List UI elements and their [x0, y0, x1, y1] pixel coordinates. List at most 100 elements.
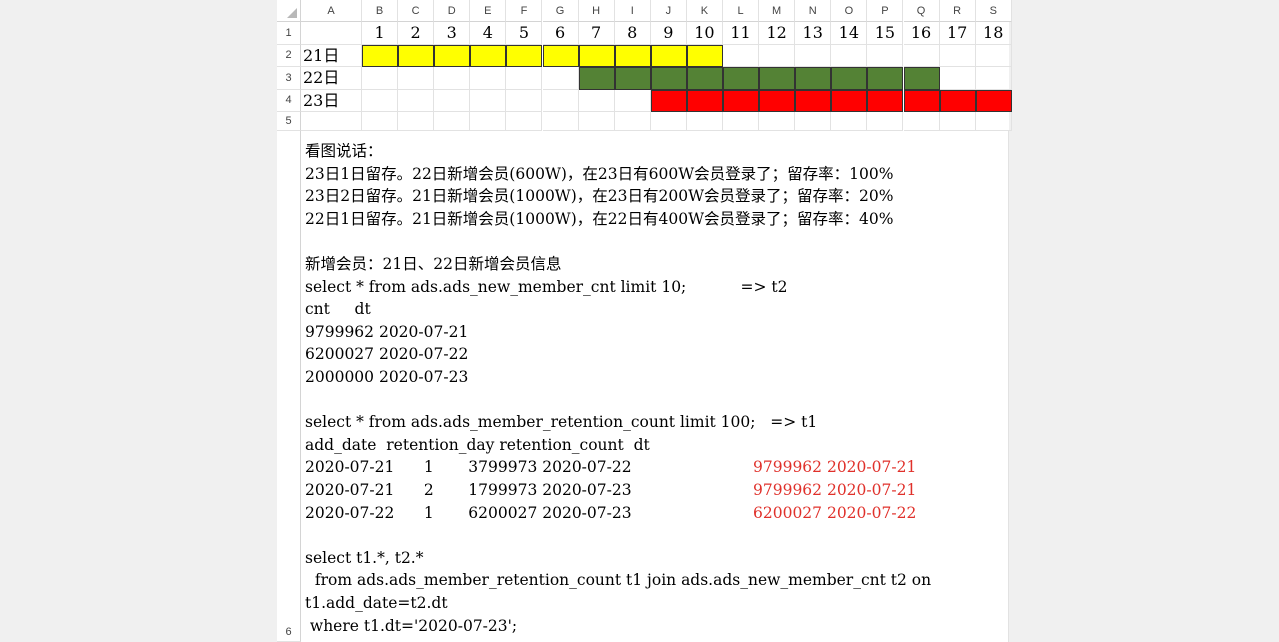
bar-cell-21日[interactable]: [686, 45, 723, 67]
cell-d3[interactable]: [434, 67, 471, 90]
row-header-3[interactable]: 3: [277, 67, 301, 90]
column-header-f[interactable]: F: [506, 0, 543, 22]
column-header-n[interactable]: N: [795, 0, 832, 22]
bar-cell-22日[interactable]: [867, 67, 904, 90]
column-header-b[interactable]: B: [362, 0, 399, 22]
cell-i5[interactable]: [614, 112, 651, 131]
date-label-cell[interactable]: 22日: [301, 67, 362, 90]
cell-r2[interactable]: [939, 45, 976, 67]
cell-m2[interactable]: [759, 45, 796, 67]
column-header-k[interactable]: K: [686, 0, 723, 22]
cell-k5[interactable]: [686, 112, 723, 131]
bar-cell-21日[interactable]: [614, 45, 651, 67]
cell-g4[interactable]: [542, 90, 579, 112]
bar-cell-23日[interactable]: [867, 90, 904, 112]
cell-p2[interactable]: [867, 45, 904, 67]
row-header-4[interactable]: 4: [277, 90, 301, 112]
column-header-m[interactable]: M: [759, 0, 796, 22]
select-all-corner[interactable]: [277, 0, 301, 22]
row-header-1[interactable]: 1: [277, 22, 301, 45]
cell-c5[interactable]: [398, 112, 435, 131]
column-header-h[interactable]: H: [578, 0, 615, 22]
cell-q2[interactable]: [903, 45, 940, 67]
bar-cell-21日[interactable]: [542, 45, 579, 67]
cell-g5[interactable]: [542, 112, 579, 131]
cell-h4[interactable]: [578, 90, 615, 112]
day-number-cell[interactable]: 7: [578, 22, 615, 45]
cell-c4[interactable]: [398, 90, 435, 112]
column-header-a[interactable]: A: [301, 0, 362, 22]
day-number-cell[interactable]: 18: [975, 22, 1012, 45]
bar-cell-23日[interactable]: [723, 90, 760, 112]
cell-i4[interactable]: [614, 90, 651, 112]
bar-cell-21日[interactable]: [470, 45, 507, 67]
column-header-o[interactable]: O: [831, 0, 868, 22]
day-number-cell[interactable]: 16: [903, 22, 940, 45]
column-header-i[interactable]: I: [614, 0, 651, 22]
bar-cell-22日[interactable]: [831, 67, 868, 90]
bar-cell-21日[interactable]: [650, 45, 687, 67]
bar-cell-21日[interactable]: [398, 45, 435, 67]
column-header-g[interactable]: G: [542, 0, 579, 22]
cell-e3[interactable]: [470, 67, 507, 90]
bar-cell-23日[interactable]: [939, 90, 976, 112]
bar-cell-22日[interactable]: [578, 67, 615, 90]
date-label-cell[interactable]: 23日: [301, 90, 362, 112]
cell-f4[interactable]: [506, 90, 543, 112]
cell-d4[interactable]: [434, 90, 471, 112]
day-number-cell[interactable]: 4: [470, 22, 507, 45]
bar-cell-23日[interactable]: [975, 90, 1012, 112]
cell-p5[interactable]: [867, 112, 904, 131]
column-header-p[interactable]: P: [867, 0, 904, 22]
row-header-2[interactable]: 2: [277, 45, 301, 67]
cell-d5[interactable]: [434, 112, 471, 131]
column-header-j[interactable]: J: [650, 0, 687, 22]
column-header-e[interactable]: E: [470, 0, 507, 22]
bar-cell-22日[interactable]: [723, 67, 760, 90]
cell-j5[interactable]: [650, 112, 687, 131]
day-number-cell[interactable]: 12: [759, 22, 796, 45]
row-header-5[interactable]: 5: [277, 112, 301, 131]
text-cell-a6[interactable]: 看图说话： 23日1日留存。22日新增会员(600W)，在23日有600W会员登录…: [301, 131, 1009, 642]
bar-cell-23日[interactable]: [686, 90, 723, 112]
cell-e5[interactable]: [470, 112, 507, 131]
day-number-cell[interactable]: 3: [434, 22, 471, 45]
day-number-cell[interactable]: 11: [723, 22, 760, 45]
cell-o5[interactable]: [831, 112, 868, 131]
bar-cell-22日[interactable]: [686, 67, 723, 90]
bar-cell-22日[interactable]: [650, 67, 687, 90]
bar-cell-21日[interactable]: [506, 45, 543, 67]
day-number-cell[interactable]: 6: [542, 22, 579, 45]
cell-n2[interactable]: [795, 45, 832, 67]
cell-e4[interactable]: [470, 90, 507, 112]
cell-s3[interactable]: [975, 67, 1012, 90]
day-number-cell[interactable]: 5: [506, 22, 543, 45]
bar-cell-22日[interactable]: [614, 67, 651, 90]
cell-l2[interactable]: [723, 45, 760, 67]
cell-n5[interactable]: [795, 112, 832, 131]
cell-r5[interactable]: [939, 112, 976, 131]
column-header-c[interactable]: C: [398, 0, 435, 22]
cell-b5[interactable]: [362, 112, 399, 131]
bar-cell-22日[interactable]: [759, 67, 796, 90]
date-label-cell[interactable]: 21日: [301, 45, 362, 67]
bar-cell-23日[interactable]: [650, 90, 687, 112]
day-number-cell[interactable]: 2: [398, 22, 435, 45]
day-number-cell[interactable]: 8: [614, 22, 651, 45]
column-header-s[interactable]: S: [975, 0, 1012, 22]
cell-s5[interactable]: [975, 112, 1012, 131]
day-number-cell[interactable]: 9: [650, 22, 687, 45]
cell-m5[interactable]: [759, 112, 796, 131]
cell-f3[interactable]: [506, 67, 543, 90]
column-header-r[interactable]: R: [939, 0, 976, 22]
spreadsheet-grid[interactable]: ABCDEFGHIJKLMNOPQRS 123456 1 2 3 4 5 6 7 8 9 10 11…: [277, 0, 1012, 642]
cell-f5[interactable]: [506, 112, 543, 131]
cell-h5[interactable]: [578, 112, 615, 131]
day-number-cell[interactable]: 14: [831, 22, 868, 45]
bar-cell-23日[interactable]: [759, 90, 796, 112]
bar-cell-23日[interactable]: [903, 90, 940, 112]
column-header-d[interactable]: D: [434, 0, 471, 22]
cell-b4[interactable]: [362, 90, 399, 112]
bar-cell-22日[interactable]: [903, 67, 940, 90]
cell-b3[interactable]: [362, 67, 399, 90]
